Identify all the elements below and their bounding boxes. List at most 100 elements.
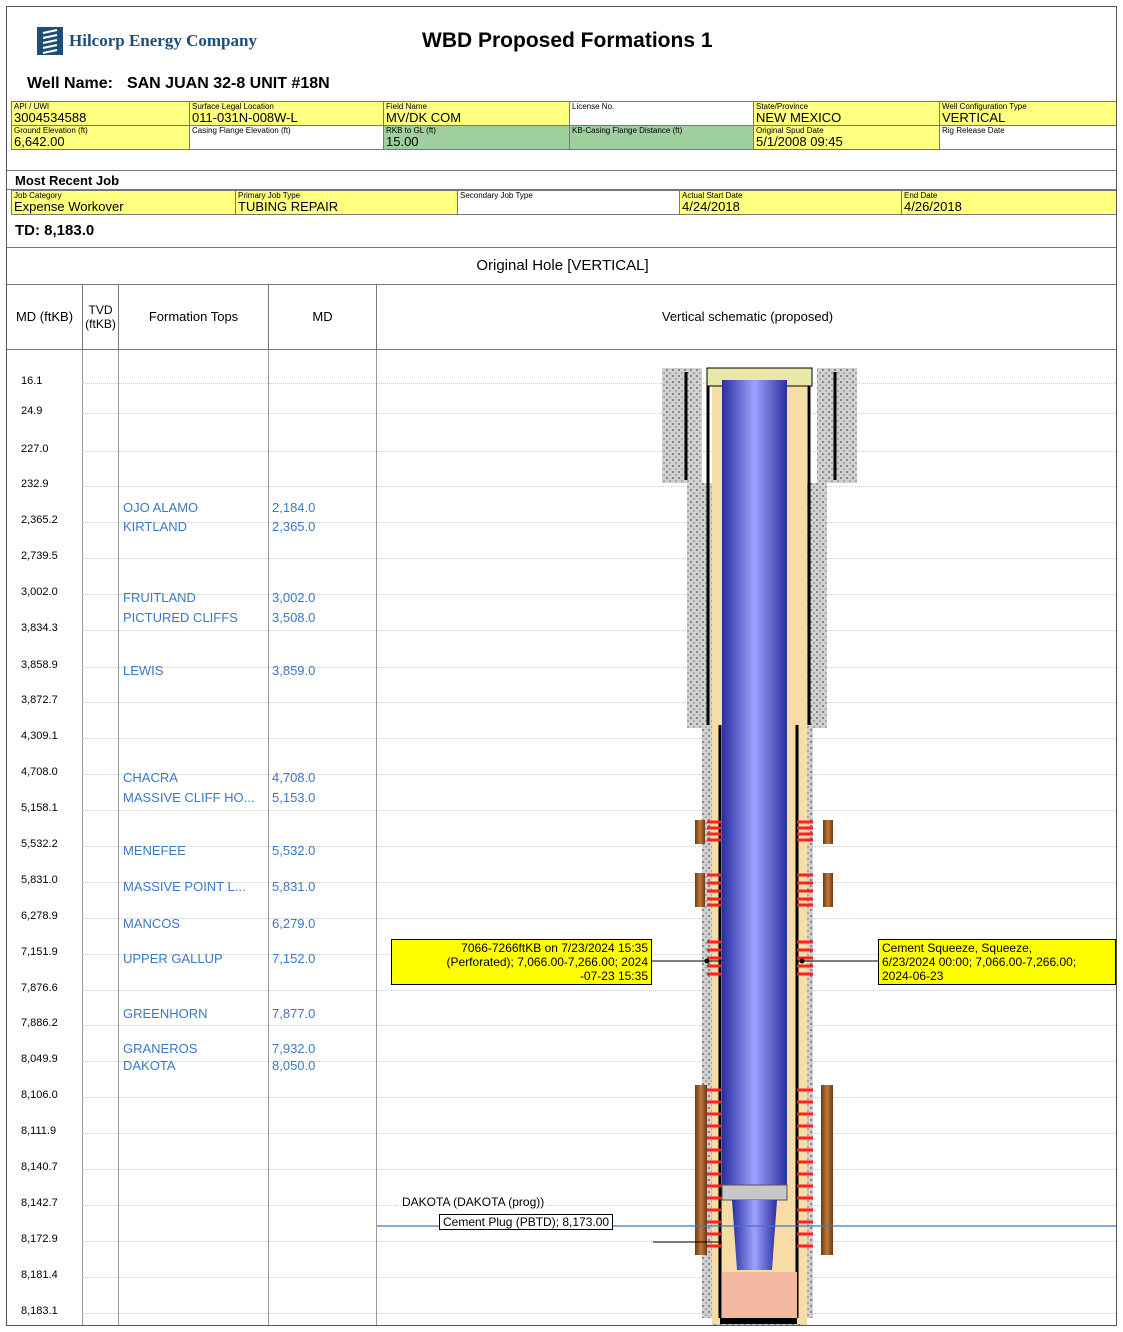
md-scale-label: 4,708.0 (21, 766, 58, 778)
formation-md: 4,708.0 (272, 770, 316, 785)
most-recent-job-title: Most Recent Job (7, 170, 1116, 190)
secondary-job-type-cell: Secondary Job Type (457, 190, 680, 215)
col-header-schematic: Vertical schematic (proposed) (377, 285, 1116, 350)
md-scale-label: 7,876.6 (21, 982, 58, 994)
md-scale-label: 6,278.9 (21, 910, 58, 922)
hilcorp-logo-icon (37, 27, 63, 55)
info-row-1: API / UWI 3004534588 Surface Legal Locati… (11, 101, 1116, 126)
md-scale-label: 8,172.9 (21, 1233, 58, 1245)
wellbore-schematic (377, 367, 1116, 1325)
md-scale-label: 3,858.9 (21, 659, 58, 671)
formation-md: 3,859.0 (272, 663, 316, 678)
bottom-cement (712, 1324, 802, 1325)
well-name-row: Well Name: SAN JUAN 32-8 UNIT #18N (27, 75, 330, 93)
md-scale-label: 232.9 (21, 478, 49, 490)
md-scale-label: 8,049.9 (21, 1053, 58, 1065)
md-scale-label: 227.0 (21, 443, 49, 455)
info-cell-field: Field Name MV/DK COM (383, 101, 570, 126)
formation-md: 2,365.0 (272, 519, 316, 534)
md-scale-label: 7,151.9 (21, 946, 58, 958)
md-scale-label: 8,140.7 (21, 1161, 58, 1173)
tubing-nipple (721, 1184, 788, 1201)
md-scale-label: 24.9 (21, 405, 43, 417)
cement-plug-zone (722, 1272, 797, 1318)
info-cell-rkb: RKB to GL (ft) 15.00 (383, 125, 570, 150)
formation-name: CHACRA (123, 770, 178, 785)
md-scale-label: 8,142.7 (21, 1197, 58, 1209)
tubing-end (732, 1200, 777, 1270)
recent-job-table: Job Category Expense Workover Primary Job… (11, 190, 1116, 215)
formation-md: 8,050.0 (272, 1058, 316, 1073)
formation-name: PICTURED CLIFFS (123, 610, 238, 625)
info-cell-license: License No. (569, 101, 754, 126)
well-name-label: Well Name: (27, 75, 113, 92)
packer-mid-left (695, 873, 705, 907)
md-scale-label: 5,532.2 (21, 838, 58, 850)
info-cell-casing-flange: Casing Flange Elevation (ft) (189, 125, 384, 150)
formation-name: GRANEROS (123, 1041, 198, 1056)
md-scale-label: 16.1 (21, 375, 43, 387)
tubing-string (722, 380, 787, 1200)
formation-md: 5,153.0 (272, 790, 316, 805)
total-depth: TD: 8,183.0 (15, 222, 95, 239)
info-cell-config: Well Configuration Type VERTICAL (939, 101, 1116, 126)
formation-name: GREENHORN (123, 1006, 208, 1021)
col-header-md: MD (ftKB) (7, 285, 83, 350)
md-scale-label: 2,365.2 (21, 514, 58, 526)
formation-name: MENEFEE (123, 843, 186, 858)
formation-name: KIRTLAND (123, 519, 188, 534)
hole-title: Original Hole [VERTICAL] (7, 247, 1116, 285)
formation-md: 3,508.0 (272, 610, 316, 625)
col-divider (118, 350, 119, 1325)
formation-name: MASSIVE CLIFF HO... (123, 790, 255, 805)
md-scale-label: 4,309.1 (21, 730, 58, 742)
info-cell-kb-casing: KB-Casing Flange Distance (ft) (569, 125, 754, 150)
md-scale-label: 7,886.2 (21, 1017, 58, 1029)
formation-name: FRUITLAND (123, 590, 196, 605)
perforation-callout: 7066-7266ftKB on 7/23/2024 15:35 (Perfora… (391, 939, 652, 985)
md-scale-label: 8,106.0 (21, 1089, 58, 1101)
md-scale-label: 5,831.0 (21, 874, 58, 886)
well-name-value: SAN JUAN 32-8 UNIT #18N (126, 75, 330, 92)
formation-md: 7,877.0 (272, 1006, 316, 1021)
formation-name: LEWIS (123, 663, 164, 678)
info-cell-location: Surface Legal Location 011-031N-008W-L (189, 101, 384, 126)
packer-lower-left (695, 1085, 707, 1255)
formation-md: 2,184.0 (272, 500, 316, 515)
cement-plug-label: Cement Plug (PBTD); 8,173.00 (439, 1214, 614, 1230)
job-category-cell: Job Category Expense Workover (11, 190, 236, 215)
col-divider (82, 350, 83, 1325)
md-scale-label: 8,181.4 (21, 1269, 58, 1281)
formation-md: 7,932.0 (272, 1041, 316, 1056)
info-row-2: Ground Elevation (ft) 6,642.00 Casing Fla… (11, 125, 1116, 150)
formation-md: 6,279.0 (272, 916, 316, 931)
actual-start-date-cell: Actual Start Date 4/24/2018 (679, 190, 902, 215)
info-cell-api: API / UWI 3004534588 (11, 101, 190, 126)
end-date-cell: End Date 4/26/2018 (901, 190, 1116, 215)
formation-md: 7,152.0 (272, 951, 316, 966)
pbtd-plug (720, 1318, 797, 1324)
packer-upper-left (695, 820, 705, 844)
packer-lower-right (821, 1085, 833, 1255)
squeeze-callout: Cement Squeeze, Squeeze, 6/23/2024 00:00;… (878, 939, 1116, 985)
company-name: Hilcorp Energy Company (69, 31, 257, 50)
formation-name: MANCOS (123, 916, 181, 931)
company-logo: Hilcorp Energy Company (37, 27, 257, 55)
info-cell-spud: Original Spud Date 5/1/2008 09:45 (753, 125, 940, 150)
packer-upper-right (823, 820, 833, 844)
dakota-marker-label: DAKOTA (DAKOTA (prog)) (399, 1195, 548, 1209)
col-header-tvd: TVD (ftKB) (83, 285, 119, 350)
md-scale-label: 8,111.9 (21, 1125, 57, 1137)
info-cell-ground-elev: Ground Elevation (ft) 6,642.00 (11, 125, 190, 150)
md-scale-label: 8,183.1 (21, 1305, 58, 1317)
col-header-md2: MD (269, 285, 377, 350)
page-title: WBD Proposed Formations 1 (422, 29, 713, 52)
md-scale-label: 3,834.3 (21, 622, 58, 634)
md-scale-label: 3,002.0 (21, 586, 58, 598)
col-header-formation-tops: Formation Tops (119, 285, 269, 350)
md-scale-label: 3,872.7 (21, 694, 58, 706)
primary-job-type-cell: Primary Job Type TUBING REPAIR (235, 190, 458, 215)
md-scale-label: 2,739.5 (21, 550, 58, 562)
well-diagram-page: Hilcorp Energy Company WBD Proposed Form… (6, 6, 1117, 1326)
well-info-table: API / UWI 3004534588 Surface Legal Locati… (11, 101, 1116, 150)
